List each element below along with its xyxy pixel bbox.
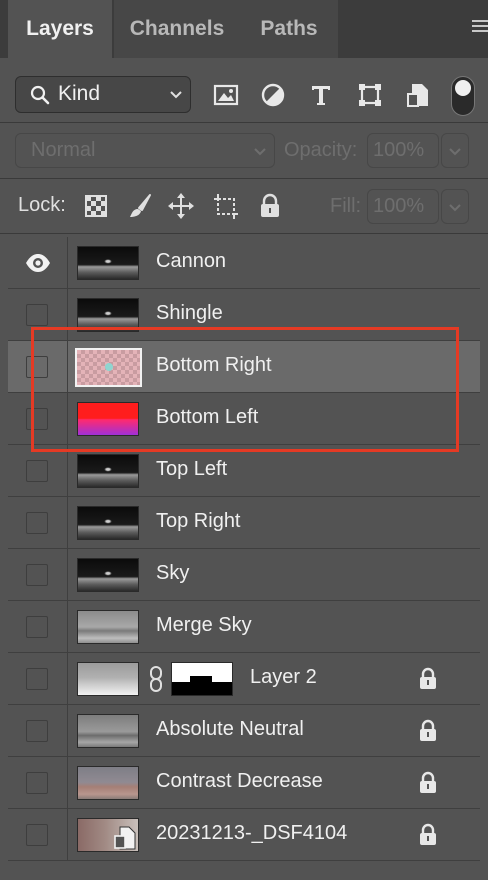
visibility-cell[interactable] [8,757,68,808]
divider [0,233,488,234]
visibility-toggle[interactable] [26,512,48,534]
lock-position-icon[interactable] [167,192,195,220]
tab-paths[interactable]: Paths [240,0,338,58]
layer-name[interactable]: Top Left [156,458,227,481]
layer-row-top-left[interactable]: Top Left [8,445,480,497]
type-filter-icon[interactable] [306,80,336,110]
layer-row-cannon[interactable]: Cannon [8,237,480,289]
eye-icon[interactable] [25,253,51,273]
visibility-cell[interactable] [8,653,68,704]
chevron-down-icon [170,91,182,99]
panel-menu-icon[interactable] [472,20,488,36]
chevron-down-icon [449,148,461,156]
layer-thumbnail[interactable] [77,246,139,280]
layer-thumbnail[interactable] [77,506,139,540]
annotation-highlight-box [31,327,459,452]
layer-name[interactable]: Contrast Decrease [156,770,323,793]
visibility-cell[interactable] [8,705,68,756]
divider [0,122,488,123]
visibility-toggle[interactable] [26,304,48,326]
layer-thumbnail[interactable] [77,766,139,800]
visibility-cell[interactable] [8,237,68,288]
adjustment-filter-icon[interactable] [258,80,288,110]
divider [0,178,488,179]
layer-name[interactable]: Sky [156,562,189,585]
opacity-dropdown[interactable] [441,133,469,168]
layer-thumbnail[interactable] [77,558,139,592]
lock-all-icon[interactable] [256,192,284,220]
visibility-cell[interactable] [8,809,68,860]
lock-transparent-pixels-icon[interactable] [82,192,110,220]
layer-name[interactable]: Shingle [156,302,223,325]
visibility-cell[interactable] [8,497,68,548]
filter-kind-label: Kind [58,82,101,105]
visibility-cell[interactable] [8,445,68,496]
fill-input[interactable]: 100% [367,189,439,224]
visibility-toggle[interactable] [26,720,48,742]
layer-row-20231213-dsf4104[interactable]: 20231213-_DSF4104 [8,809,480,861]
lock-label: Lock: [18,194,66,216]
filter-toggle[interactable] [451,76,475,116]
tab-layers[interactable]: Layers [8,0,112,58]
visibility-cell[interactable] [8,601,68,652]
chevron-down-icon [254,148,266,156]
layer-thumbnail[interactable] [77,818,139,852]
search-icon [30,85,50,105]
visibility-toggle[interactable] [26,460,48,482]
layer-row-merge-sky[interactable]: Merge Sky [8,601,480,653]
shape-filter-icon[interactable] [355,80,385,110]
tab-channels[interactable]: Channels [114,0,240,58]
visibility-toggle[interactable] [26,564,48,586]
fill-dropdown[interactable] [441,189,469,224]
visibility-toggle[interactable] [26,668,48,690]
visibility-toggle[interactable] [26,824,48,846]
layer-row-contrast-decrease[interactable]: Contrast Decrease [8,757,480,809]
lock-icon[interactable] [417,771,439,795]
lock-artboard-icon[interactable] [212,192,240,220]
layer-name[interactable]: Absolute Neutral [156,718,304,741]
layer-thumbnail[interactable] [77,662,139,696]
chevron-down-icon [449,204,461,212]
smart-object-icon [114,826,136,850]
visibility-toggle[interactable] [26,616,48,638]
layer-row-absolute-neutral[interactable]: Absolute Neutral [8,705,480,757]
layer-name[interactable]: Merge Sky [156,614,252,637]
blend-mode-select[interactable]: Normal [15,133,275,168]
visibility-cell[interactable] [8,549,68,600]
lock-icon[interactable] [417,823,439,847]
layer-row-layer-2[interactable]: Layer 2 [8,653,480,705]
image-filter-icon[interactable] [211,80,241,110]
layer-row-top-right[interactable]: Top Right [8,497,480,549]
filter-kind-select[interactable]: Kind [15,76,191,113]
visibility-toggle[interactable] [26,772,48,794]
layer-name[interactable]: Top Right [156,510,241,533]
layer-thumbnail[interactable] [77,610,139,644]
lock-icon[interactable] [417,719,439,743]
mask-link-icon[interactable] [148,666,164,692]
layer-name[interactable]: Layer 2 [250,666,317,689]
lock-image-pixels-icon[interactable] [126,192,154,220]
lock-icon[interactable] [417,667,439,691]
layer-thumbnail[interactable] [77,454,139,488]
layer-name[interactable]: 20231213-_DSF4104 [156,822,347,845]
opacity-input[interactable]: 100% [367,133,439,168]
layer-mask-thumbnail[interactable] [171,662,233,696]
layer-name[interactable]: Cannon [156,250,226,273]
opacity-label: Opacity: [284,139,358,161]
smart-object-filter-icon[interactable] [403,80,433,110]
layer-row-sky[interactable]: Sky [8,549,480,601]
fill-label: Fill: [330,195,362,217]
blend-mode-label: Normal [31,139,96,161]
layer-thumbnail[interactable] [77,714,139,748]
tab-bar: Layers Channels Paths [0,0,488,58]
